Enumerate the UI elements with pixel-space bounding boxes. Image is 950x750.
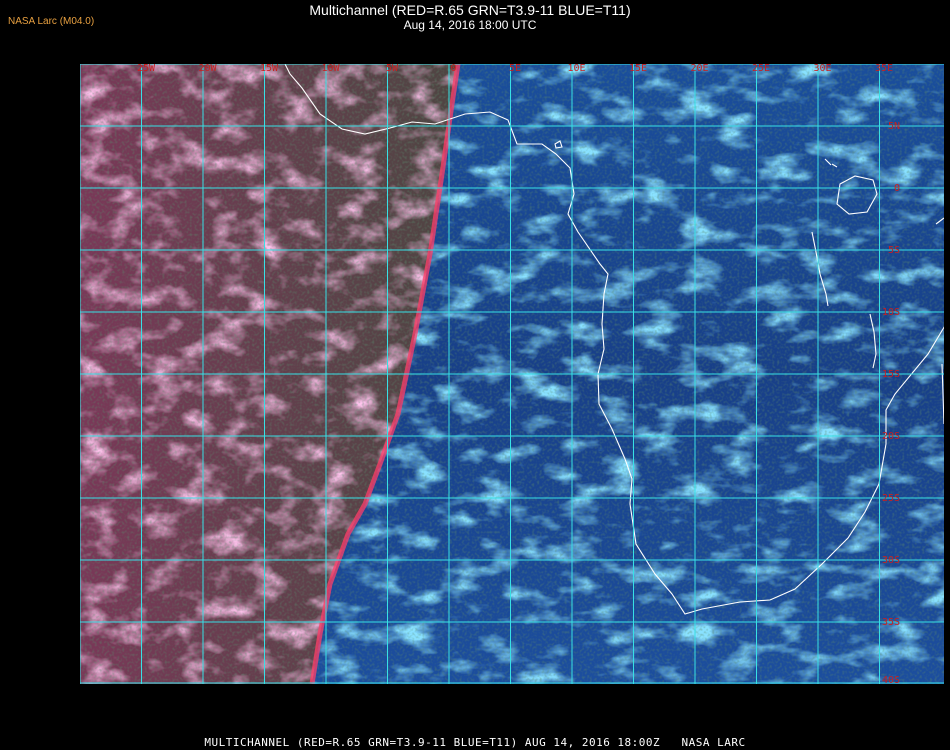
image-title: Multichannel (RED=R.65 GRN=T3.9-11 BLUE=… bbox=[0, 2, 940, 32]
footer-caption: MULTICHANNEL (RED=R.65 GRN=T3.9-11 BLUE=… bbox=[204, 736, 746, 749]
latitude-label: 15S bbox=[882, 369, 900, 380]
longitude-label: 25E bbox=[752, 64, 770, 74]
image-bottom-band bbox=[80, 684, 944, 726]
image-datetime: Aug 14, 2016 18:00 UTC bbox=[403, 18, 537, 32]
longitude-label: 20E bbox=[690, 64, 708, 74]
latitude-label: 5N bbox=[888, 121, 900, 132]
longitude-label: 20W bbox=[198, 64, 217, 74]
latitude-label: 25S bbox=[882, 493, 900, 504]
longitude-label: 5E bbox=[509, 64, 521, 74]
longitude-label: 10W bbox=[321, 64, 340, 74]
latitude-label: 30S bbox=[882, 555, 900, 566]
latitude-label: 20S bbox=[882, 431, 900, 442]
longitude-label: 35E bbox=[875, 64, 893, 74]
latitude-label: 10S bbox=[882, 307, 900, 318]
longitude-label: 10E bbox=[567, 64, 585, 74]
longitude-label: 0 bbox=[450, 64, 456, 74]
latitude-label: 40S bbox=[882, 675, 900, 684]
product-title: Multichannel (RED=R.65 GRN=T3.9-11 BLUE=… bbox=[309, 2, 631, 18]
latitude-label: 5S bbox=[888, 245, 900, 256]
latitude-label: 35S bbox=[882, 617, 900, 628]
longitude-label: 5W bbox=[386, 64, 399, 74]
latitude-label: 0 bbox=[894, 183, 900, 194]
longitude-label: 30E bbox=[813, 64, 831, 74]
satellite-map: 25W 20W 15W 10W 5W 0 5E 10E 15E 20E 25E 30E 35E 5N 0 5S… bbox=[80, 64, 944, 684]
longitude-label: 15W bbox=[260, 64, 279, 74]
longitude-label: 25W bbox=[137, 64, 156, 74]
satellite-image-panel: 25W 20W 15W 10W 5W 0 5E 10E 15E 20E 25E 30E 35E 5N 0 5S… bbox=[80, 64, 944, 684]
longitude-label: 15E bbox=[629, 64, 647, 74]
